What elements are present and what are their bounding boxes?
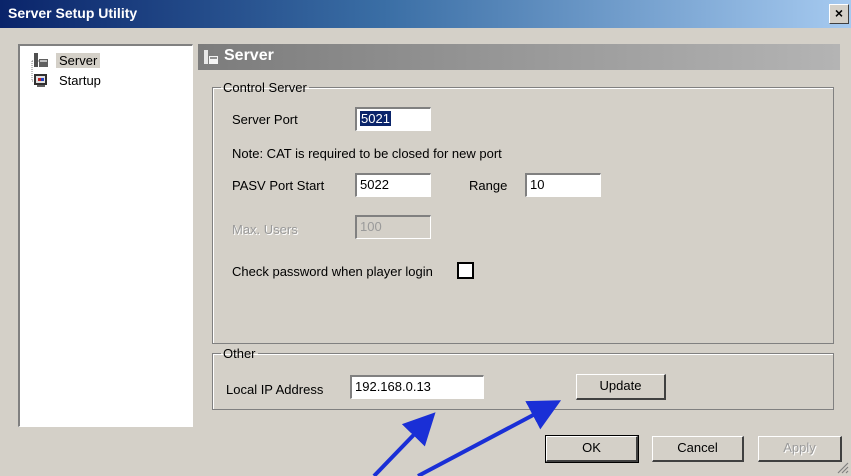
arrow-to-update-button xyxy=(417,400,562,476)
arrow-to-ip-field xyxy=(372,412,436,476)
annotation-arrows xyxy=(372,400,562,476)
